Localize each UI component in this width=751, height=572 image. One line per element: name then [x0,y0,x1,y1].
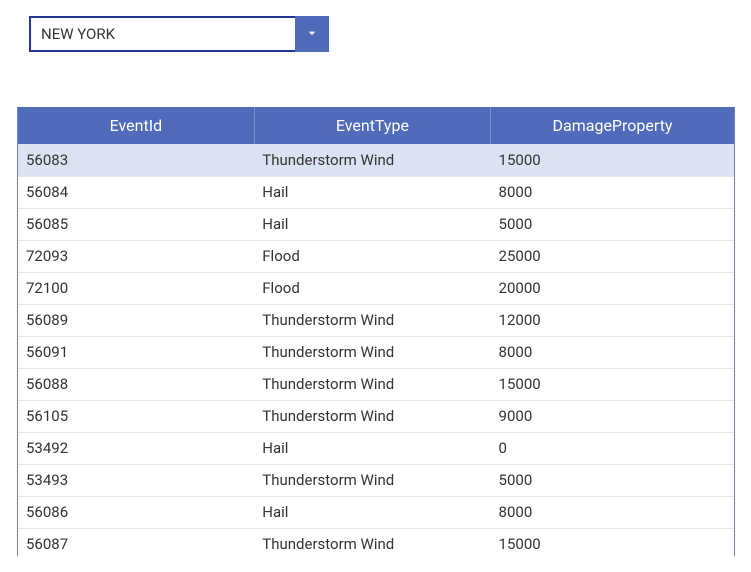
table-row[interactable]: 56105Thunderstorm Wind9000 [18,400,734,432]
cell-eventtype: Thunderstorm Wind [254,528,490,556]
cell-eventid: 56083 [18,144,254,176]
cell-damageproperty: 8000 [491,336,734,368]
chevron-down-icon [304,25,320,44]
events-table: EventId EventType DamageProperty 56083Th… [18,107,734,556]
cell-eventtype: Flood [254,240,490,272]
cell-eventid: 72100 [18,272,254,304]
cell-eventtype: Hail [254,208,490,240]
column-header-damageproperty[interactable]: DamageProperty [491,107,734,144]
cell-eventid: 56088 [18,368,254,400]
state-dropdown[interactable] [29,16,329,52]
table-row[interactable]: 72100Flood20000 [18,272,734,304]
cell-eventid: 72093 [18,240,254,272]
table-row[interactable]: 53492Hail0 [18,432,734,464]
events-table-container: EventId EventType DamageProperty 56083Th… [17,107,735,556]
cell-eventtype: Hail [254,176,490,208]
cell-eventid: 56105 [18,400,254,432]
cell-damageproperty: 5000 [491,208,734,240]
table-row[interactable]: 56084Hail8000 [18,176,734,208]
table-row[interactable]: 56091Thunderstorm Wind8000 [18,336,734,368]
cell-damageproperty: 0 [491,432,734,464]
cell-eventtype: Hail [254,496,490,528]
cell-eventtype: Thunderstorm Wind [254,400,490,432]
cell-eventtype: Thunderstorm Wind [254,464,490,496]
table-row[interactable]: 56089Thunderstorm Wind12000 [18,304,734,336]
cell-eventid: 53492 [18,432,254,464]
cell-eventid: 56085 [18,208,254,240]
column-header-eventtype[interactable]: EventType [254,107,490,144]
cell-damageproperty: 8000 [491,176,734,208]
cell-damageproperty: 15000 [491,528,734,556]
table-row[interactable]: 56086Hail8000 [18,496,734,528]
cell-eventtype: Hail [254,432,490,464]
cell-eventtype: Thunderstorm Wind [254,304,490,336]
cell-eventid: 56086 [18,496,254,528]
table-row[interactable]: 56083Thunderstorm Wind15000 [18,144,734,176]
cell-eventid: 56091 [18,336,254,368]
table-header-row: EventId EventType DamageProperty [18,107,734,144]
cell-damageproperty: 8000 [491,496,734,528]
cell-damageproperty: 15000 [491,368,734,400]
cell-eventtype: Thunderstorm Wind [254,144,490,176]
cell-damageproperty: 20000 [491,272,734,304]
cell-damageproperty: 9000 [491,400,734,432]
dropdown-toggle-button[interactable] [295,16,329,52]
cell-damageproperty: 15000 [491,144,734,176]
table-row[interactable]: 53493Thunderstorm Wind5000 [18,464,734,496]
cell-eventid: 56089 [18,304,254,336]
table-row[interactable]: 56088Thunderstorm Wind15000 [18,368,734,400]
cell-eventid: 56084 [18,176,254,208]
table-row[interactable]: 56085Hail5000 [18,208,734,240]
column-header-eventid[interactable]: EventId [18,107,254,144]
table-row[interactable]: 56087Thunderstorm Wind15000 [18,528,734,556]
table-row[interactable]: 72093Flood25000 [18,240,734,272]
cell-eventid: 53493 [18,464,254,496]
cell-eventtype: Thunderstorm Wind [254,368,490,400]
cell-eventid: 56087 [18,528,254,556]
state-dropdown-input[interactable] [29,16,295,52]
cell-damageproperty: 5000 [491,464,734,496]
cell-damageproperty: 25000 [491,240,734,272]
cell-eventtype: Thunderstorm Wind [254,336,490,368]
cell-damageproperty: 12000 [491,304,734,336]
cell-eventtype: Flood [254,272,490,304]
